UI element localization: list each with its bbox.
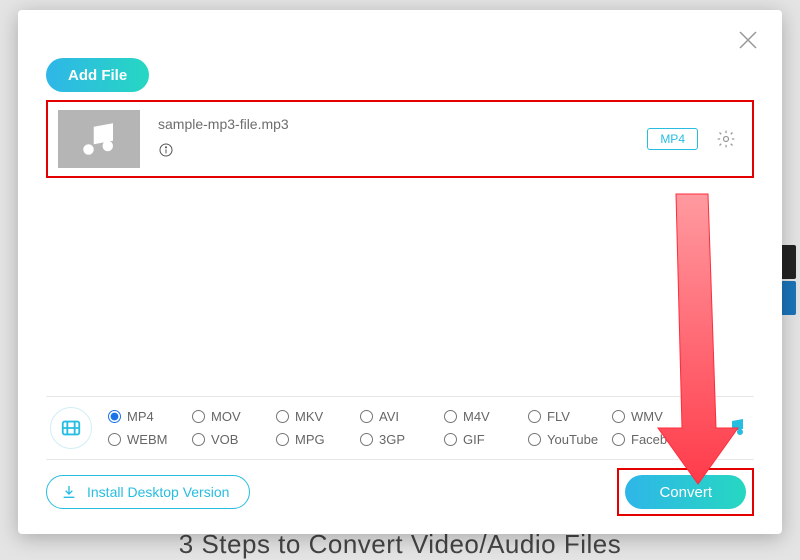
- format-option-m4v[interactable]: M4V: [444, 409, 528, 424]
- format-radio[interactable]: [360, 410, 373, 423]
- format-label: YouTube: [547, 432, 598, 447]
- info-icon[interactable]: [158, 142, 174, 158]
- format-label: FLV: [547, 409, 570, 424]
- format-label: AVI: [379, 409, 399, 424]
- format-option-vob[interactable]: VOB: [192, 432, 276, 447]
- converter-modal: Add File sample-mp3-file.mp3 MP4 MP4MOVM…: [18, 10, 782, 534]
- format-radio[interactable]: [276, 433, 289, 446]
- format-option-wmv[interactable]: WMV: [612, 409, 696, 424]
- format-radio[interactable]: [192, 410, 205, 423]
- format-grid: MP4 MOV MKV AVI M4V FLV WMV WEBM VOB MPG 3GP GIF You…: [108, 409, 696, 447]
- format-radio[interactable]: [192, 433, 205, 446]
- output-format-badge[interactable]: MP4: [647, 128, 698, 150]
- format-radio[interactable]: [108, 410, 121, 423]
- format-label: MKV: [295, 409, 323, 424]
- format-label: WMV: [631, 409, 663, 424]
- file-name-label: sample-mp3-file.mp3: [158, 116, 647, 132]
- format-label: VOB: [211, 432, 238, 447]
- format-option-3gp[interactable]: 3GP: [360, 432, 444, 447]
- format-option-avi[interactable]: AVI: [360, 409, 444, 424]
- format-radio[interactable]: [528, 410, 541, 423]
- format-option-facebook[interactable]: Facebook: [612, 432, 696, 447]
- format-radio[interactable]: [444, 433, 457, 446]
- format-radio[interactable]: [612, 410, 625, 423]
- file-meta: sample-mp3-file.mp3: [158, 116, 647, 163]
- file-row: sample-mp3-file.mp3 MP4: [46, 100, 754, 178]
- install-desktop-button[interactable]: Install Desktop Version: [46, 475, 250, 509]
- music-note-icon: [78, 118, 120, 160]
- video-category-icon[interactable]: [50, 407, 92, 449]
- format-radio[interactable]: [612, 433, 625, 446]
- install-desktop-label: Install Desktop Version: [87, 484, 229, 500]
- convert-highlight-box: Convert: [617, 468, 754, 516]
- format-label: MOV: [211, 409, 241, 424]
- audio-category-icon[interactable]: [722, 415, 748, 441]
- format-label: 3GP: [379, 432, 405, 447]
- format-selection-bar: MP4 MOV MKV AVI M4V FLV WMV WEBM VOB MPG 3GP GIF You…: [46, 396, 754, 460]
- download-icon: [61, 484, 77, 500]
- format-option-mpg[interactable]: MPG: [276, 432, 360, 447]
- format-option-webm[interactable]: WEBM: [108, 432, 192, 447]
- format-option-gif[interactable]: GIF: [444, 432, 528, 447]
- convert-button[interactable]: Convert: [625, 475, 746, 509]
- background-social-strip: [780, 245, 796, 317]
- format-option-flv[interactable]: FLV: [528, 409, 612, 424]
- format-option-mov[interactable]: MOV: [192, 409, 276, 424]
- format-label: GIF: [463, 432, 485, 447]
- modal-footer: Install Desktop Version Convert: [46, 468, 754, 516]
- close-icon[interactable]: [736, 28, 760, 52]
- format-label: MP4: [127, 409, 154, 424]
- format-label: WEBM: [127, 432, 167, 447]
- format-option-mp4[interactable]: MP4: [108, 409, 192, 424]
- format-label: MPG: [295, 432, 325, 447]
- format-option-mkv[interactable]: MKV: [276, 409, 360, 424]
- format-label: Facebook: [631, 432, 688, 447]
- format-radio[interactable]: [528, 433, 541, 446]
- format-radio[interactable]: [444, 410, 457, 423]
- gear-icon[interactable]: [716, 129, 736, 149]
- format-radio[interactable]: [360, 433, 373, 446]
- format-label: M4V: [463, 409, 490, 424]
- add-file-button[interactable]: Add File: [46, 58, 149, 92]
- audio-thumbnail: [58, 110, 140, 168]
- format-option-youtube[interactable]: YouTube: [528, 432, 612, 447]
- format-radio[interactable]: [108, 433, 121, 446]
- format-radio[interactable]: [276, 410, 289, 423]
